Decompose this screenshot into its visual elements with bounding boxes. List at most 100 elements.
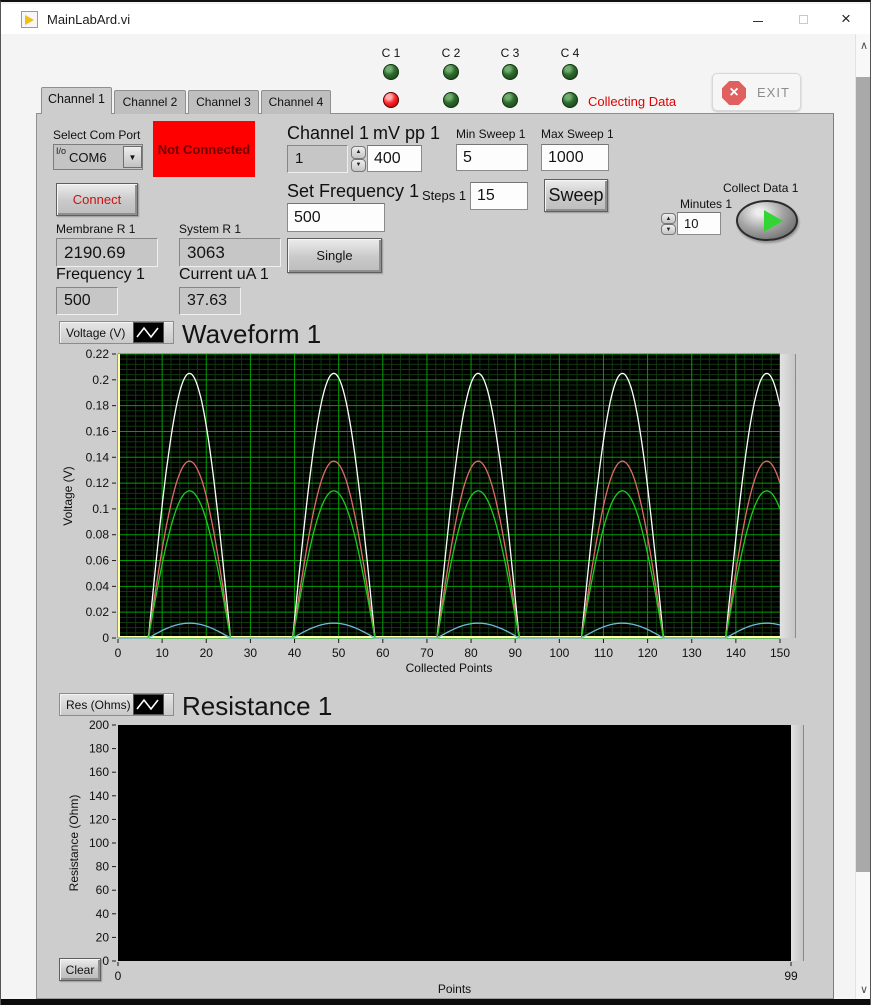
waveform-legend-sample-icon[interactable] (133, 322, 164, 343)
x-tick-label: 70 (420, 646, 434, 660)
window-title: MainLabArd.vi (47, 12, 130, 27)
y-tick-label: 0.2 (92, 373, 109, 387)
waveform-legend-label: Voltage (V) (66, 326, 125, 340)
play-arrow-icon (764, 210, 783, 232)
y-tick-label: 0.12 (86, 476, 110, 490)
led-row1-dark-green (383, 64, 399, 80)
max-sweep-input[interactable] (541, 144, 609, 171)
x-tick-label: 100 (549, 646, 569, 660)
set-frequency-input[interactable] (287, 203, 385, 232)
collect-data-label: Collect Data 1 (723, 181, 798, 195)
x-tick-label: 80 (464, 646, 478, 660)
spinner-down-icon[interactable]: ▼ (661, 224, 676, 235)
x-tick-label: 50 (332, 646, 346, 660)
spinner-up-icon[interactable]: ▲ (351, 146, 366, 159)
dropdown-arrow-icon[interactable]: ▼ (123, 146, 142, 168)
frequency-label: Frequency 1 (56, 266, 145, 284)
waveform-graph[interactable]: 00.020.040.060.080.10.120.140.160.180.20… (56, 347, 801, 682)
x-axis-title: Points (438, 982, 471, 996)
spinner-up-icon[interactable]: ▲ (661, 213, 676, 224)
io-icon: I/o (56, 147, 68, 156)
com-port-dropdown[interactable]: I/o COM6 ▼ (53, 144, 143, 170)
y-tick-label: 120 (89, 812, 109, 826)
mvpp-input[interactable] (367, 145, 422, 172)
minimize-button[interactable] (741, 6, 775, 32)
minutes-spinner[interactable]: ▲ ▼ (661, 213, 676, 235)
minimize-icon (753, 21, 763, 22)
maximize-button[interactable] (786, 6, 820, 32)
steps-input[interactable] (470, 182, 528, 210)
tab-channel-1[interactable]: Channel 1 (41, 87, 112, 114)
y-tick-label: 0.06 (86, 554, 110, 568)
set-frequency-label: Set Frequency 1 (287, 181, 419, 202)
resistance-plot-right-frame (791, 725, 804, 961)
resistance-legend-sample-icon[interactable] (133, 694, 164, 715)
membrane-r-label: Membrane R 1 (56, 222, 135, 236)
plot-area (118, 354, 780, 638)
scroll-up-icon[interactable]: ∧ (858, 39, 870, 51)
y-tick-label: 160 (89, 765, 109, 779)
frequency-value: 500 (56, 287, 118, 315)
vi-front-panel: MainLabArd.vi × C 1C 2C 3C 4 Collecting … (0, 0, 871, 1005)
x-tick-label: 0 (115, 646, 122, 660)
y-tick-label: 180 (89, 742, 109, 756)
tab-channel-4[interactable]: Channel 4 (261, 90, 331, 114)
y-axis-title: Resistance (Ohm) (67, 795, 81, 892)
y-tick-label: 0.16 (86, 424, 110, 438)
connect-button[interactable]: Connect (56, 183, 138, 216)
y-tick-label: 140 (89, 789, 109, 803)
channel-led-label: C 2 (433, 46, 469, 60)
connection-status-text: Not Connected (158, 142, 250, 157)
x-tick-label: 90 (509, 646, 523, 660)
title-bar: MainLabArd.vi × (1, 4, 870, 34)
x-tick-label: 150 (770, 646, 790, 660)
mvpp-spinner[interactable]: ▲ ▼ (351, 146, 366, 172)
waveform-plot-right-frame (780, 354, 796, 638)
channel-led-label: C 4 (552, 46, 588, 60)
sweep-button[interactable]: Sweep (544, 179, 608, 212)
collecting-data-label: Collecting Data (588, 94, 676, 109)
min-sweep-input[interactable] (456, 144, 528, 171)
spinner-down-icon[interactable]: ▼ (351, 159, 366, 172)
channel-led-label: C 1 (373, 46, 409, 60)
scrollbar-thumb[interactable] (856, 77, 871, 872)
collect-data-button[interactable] (736, 200, 798, 241)
y-tick-label: 0 (102, 631, 109, 645)
x-tick-label: 40 (288, 646, 302, 660)
led-row2-dark-green (562, 92, 578, 108)
exit-button[interactable]: × EXIT (712, 73, 801, 111)
maximize-icon (799, 15, 808, 24)
x-axis-title: Collected Points (406, 661, 493, 675)
clear-button[interactable]: Clear (59, 958, 101, 981)
y-tick-label: 0.1 (92, 502, 109, 516)
min-sweep-label: Min Sweep 1 (456, 127, 525, 141)
labview-vi-icon (21, 11, 38, 28)
y-tick-label: 80 (96, 860, 110, 874)
x-tick-label: 110 (594, 646, 613, 660)
tab-channel-3[interactable]: Channel 3 (188, 90, 259, 114)
tab-channel-2[interactable]: Channel 2 (114, 90, 186, 114)
channel-label: Channel 1 (287, 123, 369, 144)
current-ua-value: 37.63 (179, 287, 241, 315)
system-r-label: System R 1 (179, 222, 241, 236)
led-row2-red (383, 92, 399, 108)
y-tick-label: 100 (89, 836, 109, 850)
x-tick-label: 0 (115, 969, 122, 983)
mvpp-label: mV pp 1 (373, 123, 440, 144)
y-tick-label: 60 (96, 883, 110, 897)
current-ua-label: Current uA 1 (179, 266, 269, 284)
max-sweep-label: Max Sweep 1 (541, 127, 614, 141)
connection-status-indicator: Not Connected (153, 121, 255, 177)
membrane-r-value: 2190.69 (56, 238, 158, 267)
plot-area (118, 725, 791, 961)
close-button[interactable]: × (829, 6, 863, 32)
resistance-graph[interactable]: 020406080100120140160180200099Resistance… (56, 717, 801, 1005)
scroll-down-icon[interactable]: ∨ (858, 983, 870, 995)
y-tick-label: 20 (96, 930, 110, 944)
single-button[interactable]: Single (287, 238, 382, 273)
window-bottom-edge (1, 999, 871, 1005)
led-row2-dark-green (443, 92, 459, 108)
minutes-input[interactable] (677, 212, 721, 235)
steps-label: Steps 1 (422, 188, 466, 203)
x-tick-label: 99 (784, 969, 798, 983)
